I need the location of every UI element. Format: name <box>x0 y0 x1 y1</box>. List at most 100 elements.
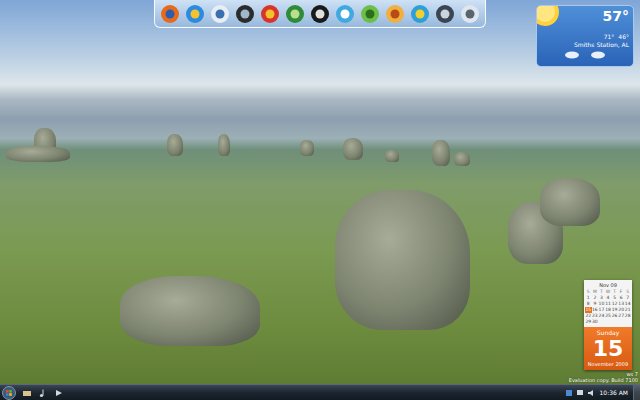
dock-item[interactable] <box>385 4 405 24</box>
weekday-header: W <box>605 289 612 295</box>
calendar-day[interactable]: 22 <box>585 313 592 319</box>
stone <box>385 150 399 162</box>
recycle-bin-icon[interactable] <box>460 4 480 24</box>
dock-item[interactable] <box>185 4 205 24</box>
phone-icon[interactable] <box>235 4 255 24</box>
flag-icon[interactable] <box>576 389 584 397</box>
app-icon[interactable] <box>260 4 280 24</box>
star-icon[interactable] <box>285 4 305 24</box>
calendar-day[interactable]: 7 <box>624 295 631 301</box>
dock-item[interactable] <box>460 4 480 24</box>
twitter-icon[interactable] <box>335 4 355 24</box>
desktop: 57°71°46°Smiths Station, ALNov 09SMTWTFS… <box>0 0 640 400</box>
dock-item[interactable] <box>360 4 380 24</box>
calendar-day[interactable]: 19 <box>611 307 618 313</box>
calendar-day[interactable]: 24 <box>598 313 605 319</box>
weekday-header: T <box>598 289 605 295</box>
dock-item[interactable] <box>160 4 180 24</box>
day-number: 15 <box>593 337 624 361</box>
calendar-day[interactable]: 5 <box>611 295 618 301</box>
stone <box>343 138 363 160</box>
taskbar: 10:36 AM <box>0 384 640 400</box>
dock-item[interactable] <box>335 4 355 24</box>
dock-item[interactable] <box>435 4 455 24</box>
forecast <box>541 49 629 59</box>
pencil-icon[interactable] <box>385 4 405 24</box>
stone <box>432 140 450 166</box>
watermark: ws 7Evaluation copy. Build 7100 <box>569 371 638 383</box>
dock-item[interactable] <box>235 4 255 24</box>
dock-item[interactable] <box>310 4 330 24</box>
network-icon[interactable] <box>565 389 573 397</box>
temperature: 57° <box>603 8 629 24</box>
calendar-day[interactable]: 20 <box>618 307 625 313</box>
dock-item[interactable] <box>210 4 230 24</box>
media-icon[interactable] <box>54 388 64 398</box>
messenger-icon[interactable] <box>360 4 380 24</box>
dock-item[interactable] <box>285 4 305 24</box>
stone <box>300 140 314 156</box>
start-orb-icon[interactable] <box>2 386 16 400</box>
calendar-gadget[interactable]: Nov 09SMTWTFS123456789101112131415161718… <box>584 280 632 370</box>
location: Smiths Station, AL <box>574 41 629 48</box>
calendar-day[interactable]: 27 <box>618 313 625 319</box>
calendar-day[interactable]: 2 <box>592 295 599 301</box>
calendar-day[interactable]: 13 <box>618 301 625 307</box>
calendar-day[interactable]: 9 <box>592 301 599 307</box>
calendar-day[interactable]: 23 <box>592 313 599 319</box>
high-temperature: 71° <box>604 33 615 40</box>
calendar-day[interactable]: 18 <box>605 307 612 313</box>
stone <box>454 152 470 166</box>
internet-explorer-icon[interactable] <box>185 4 205 24</box>
sun-icon <box>536 5 567 32</box>
weekday-header: M <box>592 289 599 295</box>
weather-gadget[interactable]: 57° 71°46°Smiths Station, AL <box>536 5 634 67</box>
month-view: Nov 09SMTWTFS123456789101112131415161718… <box>584 280 632 327</box>
stone <box>335 190 470 330</box>
calendar-day[interactable]: 1 <box>585 295 592 301</box>
dock-item[interactable] <box>410 4 430 24</box>
weekday: Sunday <box>597 329 619 337</box>
music-icon[interactable] <box>38 388 48 398</box>
dock-item[interactable] <box>260 4 280 24</box>
calendar-day[interactable]: 17 <box>598 307 605 313</box>
calendar-day[interactable]: 12 <box>611 301 618 307</box>
calendar-day[interactable]: 16 <box>592 307 599 313</box>
month-label: Nov 09 <box>585 282 631 288</box>
calendar-day[interactable]: 10 <box>598 301 605 307</box>
calendar-day[interactable]: 25 <box>605 313 612 319</box>
watermark-line: ws 7 <box>627 371 638 377</box>
weekday-header: T <box>611 289 618 295</box>
media-player-icon[interactable] <box>410 4 430 24</box>
calendar-day[interactable]: 6 <box>618 295 625 301</box>
show-desktop-button[interactable] <box>633 385 640 400</box>
low-temperature: 46° <box>618 33 629 40</box>
calendar-day[interactable]: 30 <box>592 319 599 325</box>
calendar-day[interactable]: 4 <box>605 295 612 301</box>
calendar-day[interactable]: 28 <box>624 313 631 319</box>
folder-icon[interactable] <box>22 388 32 398</box>
dock <box>154 0 486 28</box>
calendar-day[interactable]: 15 <box>585 307 592 313</box>
weekday-header: S <box>624 289 631 295</box>
stone <box>218 134 230 156</box>
calendar-day[interactable]: 26 <box>611 313 618 319</box>
calendar-day[interactable]: 11 <box>605 301 612 307</box>
stone <box>540 178 600 226</box>
volume-icon[interactable] <box>587 389 595 397</box>
calendar-day[interactable]: 21 <box>624 307 631 313</box>
firefox-icon[interactable] <box>160 4 180 24</box>
calendar-day[interactable]: 29 <box>585 319 592 325</box>
calendar-day[interactable]: 14 <box>624 301 631 307</box>
wallpaper: 57°71°46°Smiths Station, ALNov 09SMTWTFS… <box>0 0 640 384</box>
stone <box>167 134 183 156</box>
weekday-header: F <box>618 289 625 295</box>
stone <box>6 146 70 162</box>
day-view: Sunday15November 2009 <box>584 327 632 370</box>
clock[interactable]: 10:36 AM <box>598 389 630 397</box>
mail-icon[interactable] <box>310 4 330 24</box>
chat-icon[interactable] <box>210 4 230 24</box>
device-icon[interactable] <box>435 4 455 24</box>
month-year: November 2009 <box>588 361 628 367</box>
calendar-day[interactable]: 3 <box>598 295 605 301</box>
